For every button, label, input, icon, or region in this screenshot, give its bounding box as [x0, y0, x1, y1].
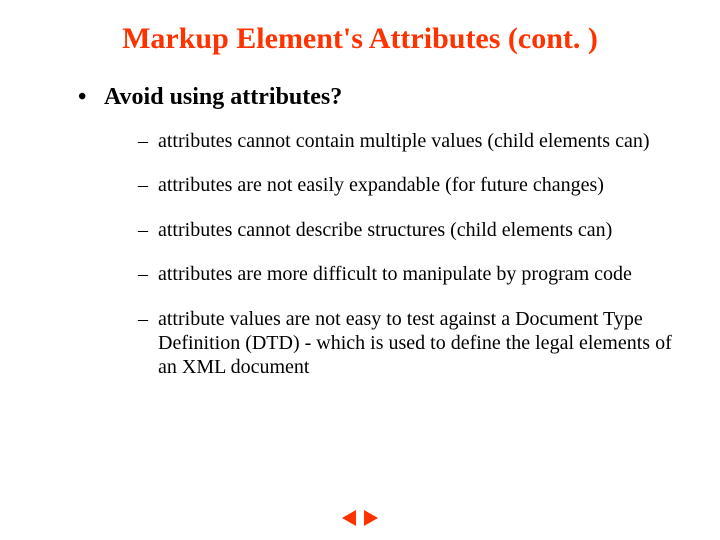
title-continued: (cont. ) — [508, 22, 598, 55]
list-item: attributes are not easily expandable (fo… — [138, 173, 672, 197]
slide-title: Markup Element's Attributes (cont. ) — [48, 22, 672, 56]
list-item-text: attributes cannot contain multiple value… — [158, 130, 650, 152]
bullet-list-level1: Avoid using attributes? attributes canno… — [48, 84, 672, 380]
list-item: attribute values are not easy to test ag… — [138, 307, 672, 380]
list-item-text: attributes are more difficult to manipul… — [158, 263, 632, 285]
level1-heading: Avoid using attributes? — [104, 84, 342, 110]
list-item-text: attributes cannot describe structures (c… — [158, 219, 612, 241]
next-button[interactable] — [362, 510, 380, 526]
prev-button[interactable] — [340, 510, 358, 526]
level1-item: Avoid using attributes? attributes canno… — [78, 84, 672, 380]
list-item-text: attribute values are not easy to test ag… — [158, 308, 672, 379]
list-item: attributes cannot contain multiple value… — [138, 129, 672, 153]
triangle-left-icon — [342, 510, 356, 526]
list-item: attributes are more difficult to manipul… — [138, 262, 672, 286]
list-item-text: attributes are not easily expandable (fo… — [158, 174, 604, 196]
bullet-list-level2: attributes cannot contain multiple value… — [104, 129, 672, 380]
title-main: Markup Element's Attributes — [122, 22, 500, 55]
slide-body: Markup Element's Attributes (cont. ) Avo… — [0, 0, 720, 380]
list-item: attributes cannot describe structures (c… — [138, 218, 672, 242]
nav-controls — [340, 510, 380, 526]
triangle-right-icon — [364, 510, 378, 526]
